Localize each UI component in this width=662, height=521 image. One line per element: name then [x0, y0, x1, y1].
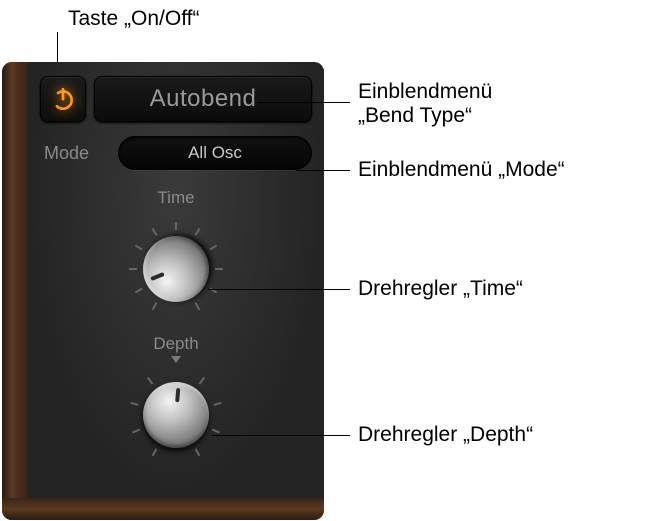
tick: [147, 377, 153, 385]
tick: [195, 302, 201, 310]
callout-bendtype-line1: Einblendmenü: [358, 80, 492, 104]
tick: [152, 228, 158, 236]
tick: [152, 448, 158, 456]
callout-depth: Drehregler „Depth“: [358, 423, 533, 447]
time-section: Time: [40, 188, 312, 324]
tick: [132, 429, 140, 434]
panel-inner: Autobend Mode All Osc Time: [28, 62, 324, 498]
chevron-down-icon: [171, 356, 181, 363]
tick: [195, 448, 201, 456]
tick: [195, 228, 201, 236]
time-label: Time: [157, 188, 194, 208]
tick: [135, 245, 143, 251]
synth-panel: Autobend Mode All Osc Time: [2, 62, 324, 520]
depth-section: Depth: [40, 334, 312, 470]
tick: [213, 402, 221, 406]
wood-frame-bottom: [2, 498, 324, 520]
tick: [135, 288, 143, 294]
tick: [199, 377, 205, 385]
tick: [130, 402, 138, 406]
callout-line: [296, 170, 350, 171]
callout-time: Drehregler „Time“: [358, 277, 523, 301]
callout-line: [212, 435, 350, 436]
time-knob-wrap: [121, 214, 231, 324]
callout-bendtype-line2: „Bend Type“: [358, 104, 472, 128]
header-row: Autobend: [40, 76, 312, 122]
tick: [175, 222, 177, 230]
power-icon: [50, 86, 76, 112]
mode-menu[interactable]: All Osc: [118, 136, 312, 170]
power-button[interactable]: [40, 76, 86, 122]
tick: [209, 245, 217, 251]
mode-value: All Osc: [188, 143, 242, 163]
callout-line: [208, 289, 350, 290]
mode-row: Mode All Osc: [40, 136, 312, 170]
depth-label: Depth: [153, 334, 198, 354]
tick: [212, 429, 220, 434]
callout-line: [258, 102, 350, 103]
depth-knob-wrap: [121, 360, 231, 470]
tick: [129, 268, 137, 270]
mode-label: Mode: [44, 143, 106, 164]
bend-type-label: Autobend: [150, 85, 257, 113]
callout-mode: Einblendmenü „Mode“: [358, 158, 565, 182]
depth-knob[interactable]: [140, 379, 212, 451]
tick: [215, 268, 223, 270]
wood-frame-left: [2, 62, 28, 520]
time-knob[interactable]: [133, 226, 219, 312]
callout-onoff: Taste „On/Off“: [68, 7, 200, 31]
tick: [152, 302, 158, 310]
bend-type-menu[interactable]: Autobend: [94, 76, 312, 122]
